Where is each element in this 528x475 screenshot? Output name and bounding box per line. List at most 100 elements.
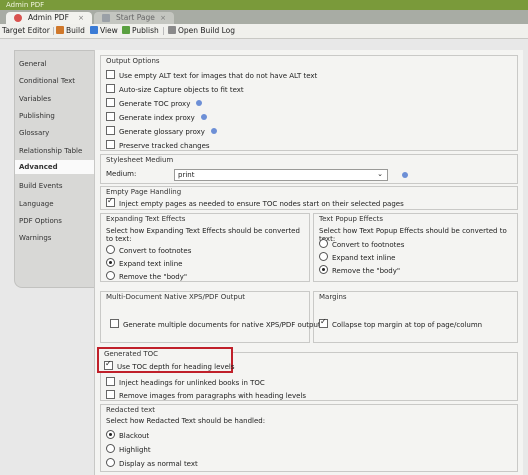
checkbox[interactable] — [106, 196, 115, 207]
nav-item-pdf-options[interactable]: PDF Options — [19, 217, 62, 225]
info-icon[interactable] — [200, 114, 207, 120]
radio[interactable] — [106, 245, 115, 254]
option-label: Auto-size Capture objects to fit text — [119, 86, 244, 94]
option-label: Highlight — [119, 446, 151, 454]
checkbox[interactable] — [319, 317, 328, 328]
toolbar: Target Editor Build View Publish Open Bu… — [0, 24, 528, 39]
expanding-text-prompt: Select how Expanding Text Effects should… — [106, 227, 300, 243]
option-remove-images[interactable]: Remove images from paragraphs with headi… — [106, 390, 306, 400]
checkbox[interactable] — [106, 112, 115, 121]
checkbox[interactable] — [106, 98, 115, 107]
checkbox[interactable] — [106, 390, 115, 399]
chevron-down-icon[interactable]: ⌄ — [377, 169, 383, 179]
group-title: Empty Page Handling — [106, 188, 182, 196]
nav-item-variables[interactable]: Variables — [19, 95, 51, 103]
popup-option-inline[interactable]: Expand text inline — [319, 252, 395, 262]
radio[interactable] — [106, 458, 115, 467]
publish-button[interactable]: Publish — [122, 24, 159, 38]
expanding-option-remove-body[interactable]: Remove the "body" — [106, 271, 187, 281]
checkbox[interactable] — [106, 70, 115, 79]
option-auto-size-capture[interactable]: Auto-size Capture objects to fit text — [106, 84, 244, 94]
redacted-option-highlight[interactable]: Highlight — [106, 444, 151, 454]
window-title: Admin PDF — [6, 1, 45, 9]
checkbox[interactable] — [106, 126, 115, 135]
popup-option-footnotes[interactable]: Convert to footnotes — [319, 239, 404, 249]
tab-start-page[interactable]: Start Page × — [94, 12, 174, 24]
redacted-text-group: Redacted text Select how Redacted Text s… — [100, 404, 518, 472]
option-label: Convert to footnotes — [332, 241, 405, 249]
nav-item-relationship-table[interactable]: Relationship Table — [19, 147, 82, 155]
redacted-option-normal[interactable]: Display as normal text — [106, 458, 198, 468]
option-label: Collapse top margin at top of page/colum… — [332, 321, 483, 329]
publish-label: Publish — [132, 26, 159, 35]
nav-item-build-events[interactable]: Build Events — [19, 182, 63, 190]
tab-label: Admin PDF — [28, 13, 69, 22]
nav-item-advanced[interactable]: Advanced — [15, 160, 95, 174]
open-build-log-button[interactable]: Open Build Log — [168, 24, 235, 38]
option-preserve-tracked-changes[interactable]: Preserve tracked changes — [106, 140, 210, 150]
info-icon[interactable] — [210, 128, 217, 134]
open-build-log-label: Open Build Log — [178, 26, 236, 35]
option-use-toc-depth[interactable]: Use TOC depth for heading levels — [104, 359, 234, 371]
nav-item-glossary[interactable]: Glossary — [19, 129, 49, 137]
tab-label: Start Page — [116, 13, 155, 22]
view-button[interactable]: View — [90, 24, 118, 38]
radio[interactable] — [319, 265, 328, 274]
settings-nav: General Conditional Text Variables Publi… — [14, 50, 95, 288]
nav-item-language[interactable]: Language — [19, 200, 54, 208]
option-label: Expand text inline — [119, 260, 183, 268]
group-title: Expanding Text Effects — [106, 215, 186, 223]
expanding-text-effects-group: Expanding Text Effects Select how Expand… — [100, 213, 310, 282]
radio[interactable] — [319, 252, 328, 261]
radio[interactable] — [319, 239, 328, 248]
redacted-option-blackout[interactable]: Blackout — [106, 430, 149, 440]
radio[interactable] — [106, 258, 115, 267]
window-title-bar: Admin PDF — [0, 0, 528, 10]
nav-item-general[interactable]: General — [19, 60, 47, 68]
option-inject-headings[interactable]: Inject headings for unlinked books in TO… — [106, 377, 265, 387]
document-tab-bar: Admin PDF × Start Page × — [0, 10, 528, 24]
option-inject-empty-pages[interactable]: Inject empty pages as needed to ensure T… — [106, 196, 404, 208]
close-icon[interactable]: × — [78, 12, 84, 24]
checkbox[interactable] — [106, 377, 115, 386]
stylesheet-medium-group: Stylesheet Medium Medium: print ⌄ — [100, 154, 518, 184]
option-label: Inject empty pages as needed to ensure T… — [119, 200, 404, 208]
option-generate-glossary-proxy[interactable]: Generate glossary proxy — [106, 126, 217, 136]
publish-icon — [122, 26, 130, 34]
option-label: Remove the "body" — [332, 267, 401, 275]
option-generate-toc-proxy[interactable]: Generate TOC proxy — [106, 98, 203, 108]
radio[interactable] — [106, 430, 115, 439]
checkbox[interactable] — [106, 140, 115, 149]
radio[interactable] — [106, 444, 115, 453]
nav-item-warnings[interactable]: Warnings — [19, 234, 51, 242]
option-label: Display as normal text — [119, 460, 198, 468]
group-title: Generated TOC — [104, 350, 159, 358]
checkbox[interactable] — [110, 319, 119, 328]
tab-admin-pdf[interactable]: Admin PDF × — [6, 12, 92, 24]
option-label: Generate index proxy — [119, 114, 195, 122]
nav-item-publishing[interactable]: Publishing — [19, 112, 55, 120]
popup-option-remove-body[interactable]: Remove the "body" — [319, 265, 400, 275]
medium-label: Medium: — [106, 170, 137, 178]
target-editor-label: Target Editor — [2, 26, 50, 35]
radio[interactable] — [106, 271, 115, 280]
build-button[interactable]: Build — [56, 24, 85, 38]
medium-select[interactable]: print ⌄ — [174, 169, 388, 181]
redacted-text-prompt: Select how Redacted Text should be handl… — [106, 417, 266, 425]
option-multiple-documents[interactable]: Generate multiple documents for native X… — [110, 319, 321, 329]
checkbox[interactable] — [104, 359, 113, 370]
option-collapse-top-margin[interactable]: Collapse top margin at top of page/colum… — [319, 317, 483, 329]
option-generate-index-proxy[interactable]: Generate index proxy — [106, 112, 207, 122]
close-icon[interactable]: × — [160, 12, 166, 24]
option-empty-alt-text[interactable]: Use empty ALT text for images that do no… — [106, 70, 317, 80]
option-label: Generate multiple documents for native X… — [123, 321, 321, 329]
highlight-box: Generated TOC Use TOC depth for heading … — [97, 347, 234, 373]
option-label: Blackout — [119, 432, 150, 440]
option-label: Generate glossary proxy — [119, 128, 205, 136]
checkbox[interactable] — [106, 84, 115, 93]
info-icon[interactable] — [196, 100, 203, 106]
info-icon[interactable] — [402, 172, 408, 178]
nav-item-conditional-text[interactable]: Conditional Text — [19, 77, 75, 85]
expanding-option-inline[interactable]: Expand text inline — [106, 258, 182, 268]
expanding-option-footnotes[interactable]: Convert to footnotes — [106, 245, 191, 255]
